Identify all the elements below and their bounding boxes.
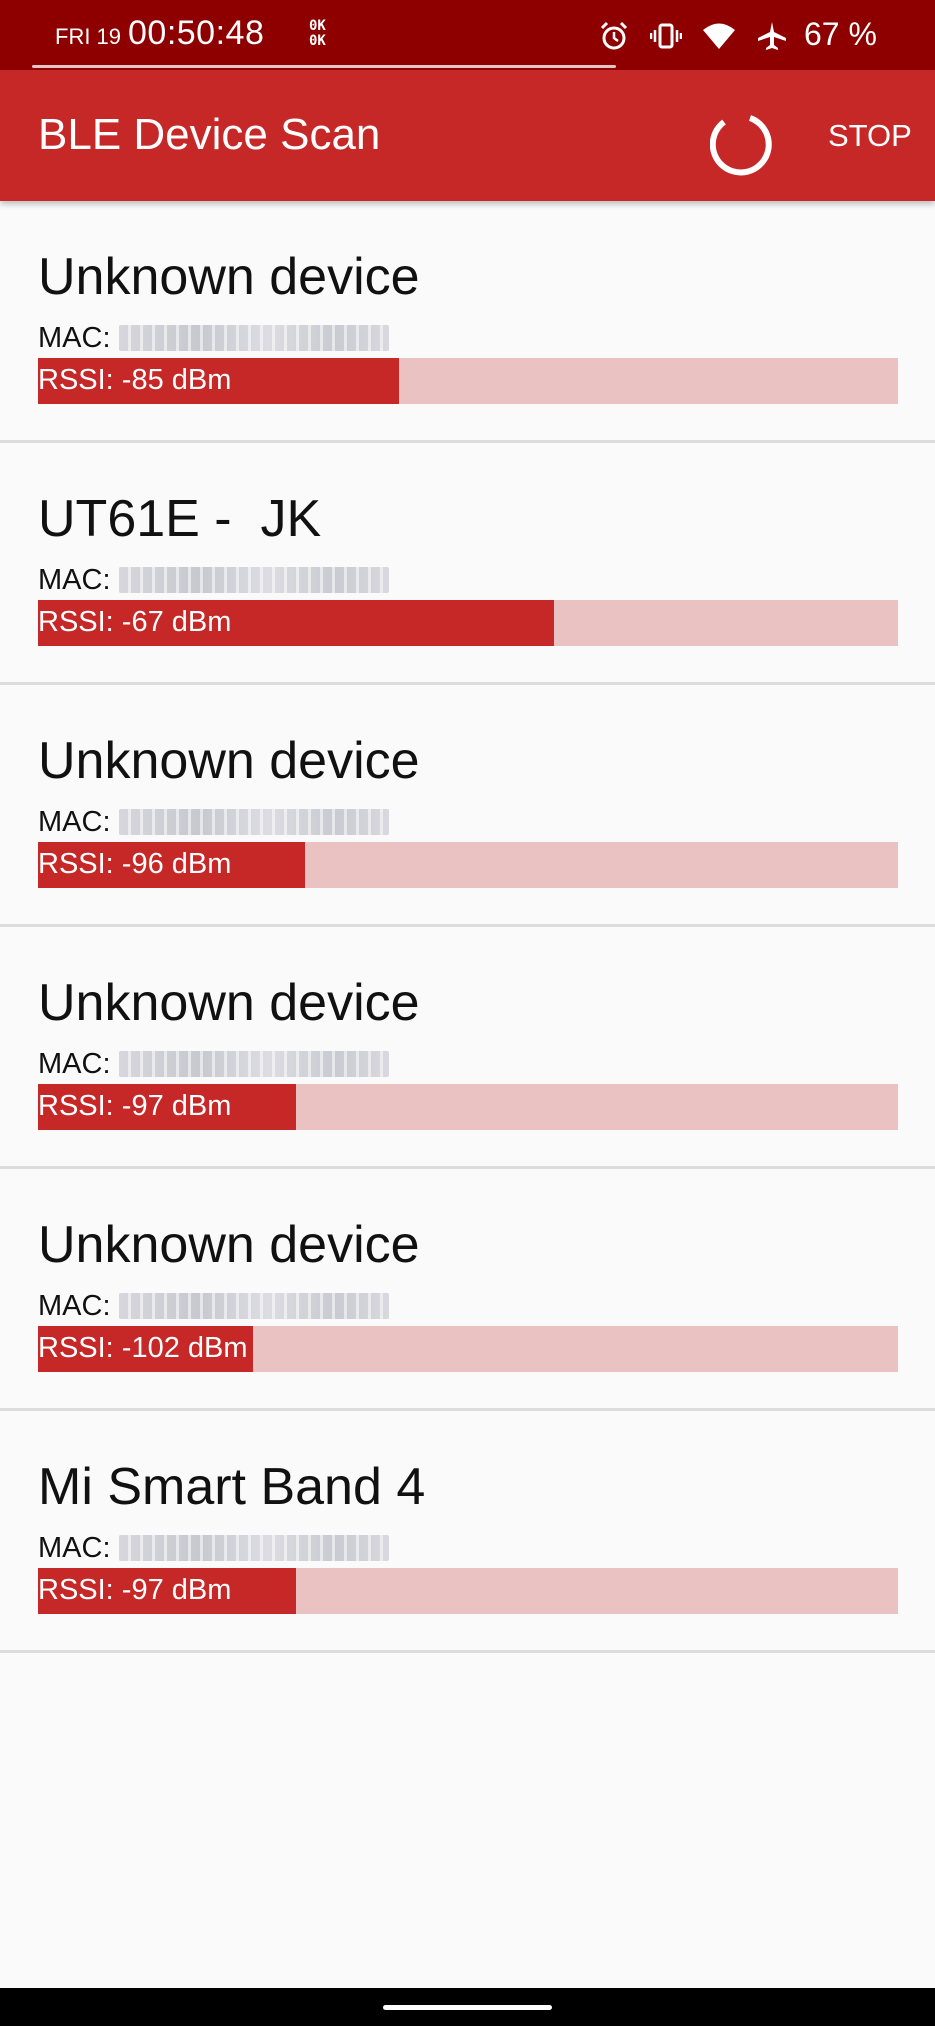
- status-bar: FRI 19 00:50:48 0K 0K 67 %: [0, 0, 935, 70]
- rssi-label: RSSI: -67 dBm: [38, 606, 232, 638]
- device-name: Unknown device: [38, 248, 420, 306]
- status-time: 00:50:48: [128, 14, 265, 52]
- device-list-item[interactable]: Unknown device MAC: redacted RSSI: -97 dBm: [0, 927, 935, 1169]
- mac-row: MAC: redacted: [38, 1289, 389, 1323]
- mac-row: MAC: redacted: [38, 1047, 389, 1081]
- rssi-bar: RSSI: -97 dBm: [38, 1568, 898, 1614]
- navigation-bar: [0, 1988, 935, 2026]
- app-title: BLE Device Scan: [38, 110, 381, 159]
- mac-address-redacted: redacted: [118, 325, 389, 351]
- device-list-item[interactable]: Unknown device MAC: redacted RSSI: -96 dBm: [0, 685, 935, 927]
- airplane-icon: [756, 20, 788, 52]
- mac-row: MAC: redacted: [38, 1531, 389, 1565]
- battery-level: 67 %: [804, 16, 877, 52]
- ok-badge-icon: 0K 0K: [309, 18, 326, 49]
- rssi-label: RSSI: -97 dBm: [38, 1574, 232, 1606]
- mac-label: MAC:: [38, 1047, 111, 1080]
- mac-address-redacted: redacted: [118, 567, 389, 593]
- rssi-bar: RSSI: -67 dBm: [38, 600, 898, 646]
- rssi-label: RSSI: -96 dBm: [38, 848, 232, 880]
- mac-address-redacted: redacted: [118, 1051, 389, 1077]
- mac-label: MAC:: [38, 1531, 111, 1564]
- home-gesture-handle[interactable]: [383, 2005, 552, 2010]
- device-list-item[interactable]: Unknown device MAC: redacted RSSI: -85 dBm: [0, 201, 935, 443]
- device-name: Unknown device: [38, 974, 420, 1032]
- rssi-label: RSSI: -85 dBm: [38, 364, 232, 396]
- device-name: Mi Smart Band 4: [38, 1458, 426, 1516]
- device-list-item[interactable]: Unknown device MAC: redacted RSSI: -102 dBm: [0, 1169, 935, 1411]
- device-name: UT61E - JK: [38, 490, 322, 548]
- status-underline: [32, 65, 616, 68]
- rssi-bar: RSSI: -97 dBm: [38, 1084, 898, 1130]
- mac-label: MAC:: [38, 805, 111, 838]
- app-bar: BLE Device Scan STOP: [0, 70, 935, 201]
- mac-row: MAC: redacted: [38, 805, 389, 839]
- stop-button[interactable]: STOP: [828, 118, 912, 154]
- mac-row: MAC: redacted: [38, 321, 389, 355]
- device-list-item[interactable]: Mi Smart Band 4 MAC: redacted RSSI: -97 dBm: [0, 1411, 935, 1653]
- mac-address-redacted: redacted: [118, 1535, 389, 1561]
- device-name: Unknown device: [38, 732, 420, 790]
- mac-label: MAC:: [38, 321, 111, 354]
- rssi-bar: RSSI: -102 dBm: [38, 1326, 898, 1372]
- mac-label: MAC:: [38, 1289, 111, 1322]
- mac-label: MAC:: [38, 563, 111, 596]
- alarm-icon: [598, 20, 630, 52]
- status-date: FRI 19: [55, 24, 122, 49]
- progress-spinner-icon: [710, 115, 772, 176]
- mac-row: MAC: redacted: [38, 563, 389, 597]
- device-name: Unknown device: [38, 1216, 420, 1274]
- device-list: Unknown deviceMAC:redactedRSSI: -85 dBmU…: [0, 201, 935, 1653]
- device-list-item[interactable]: UT61E - JK MAC: redacted RSSI: -67 dBm: [0, 443, 935, 685]
- wifi-icon: [702, 20, 736, 52]
- vibrate-icon: [650, 20, 682, 52]
- rssi-bar: RSSI: -85 dBm: [38, 358, 898, 404]
- mac-address-redacted: redacted: [118, 1293, 389, 1319]
- status-icons: [598, 14, 808, 58]
- rssi-label: RSSI: -102 dBm: [38, 1332, 248, 1364]
- rssi-bar: RSSI: -96 dBm: [38, 842, 898, 888]
- mac-address-redacted: redacted: [118, 809, 389, 835]
- rssi-label: RSSI: -97 dBm: [38, 1090, 232, 1122]
